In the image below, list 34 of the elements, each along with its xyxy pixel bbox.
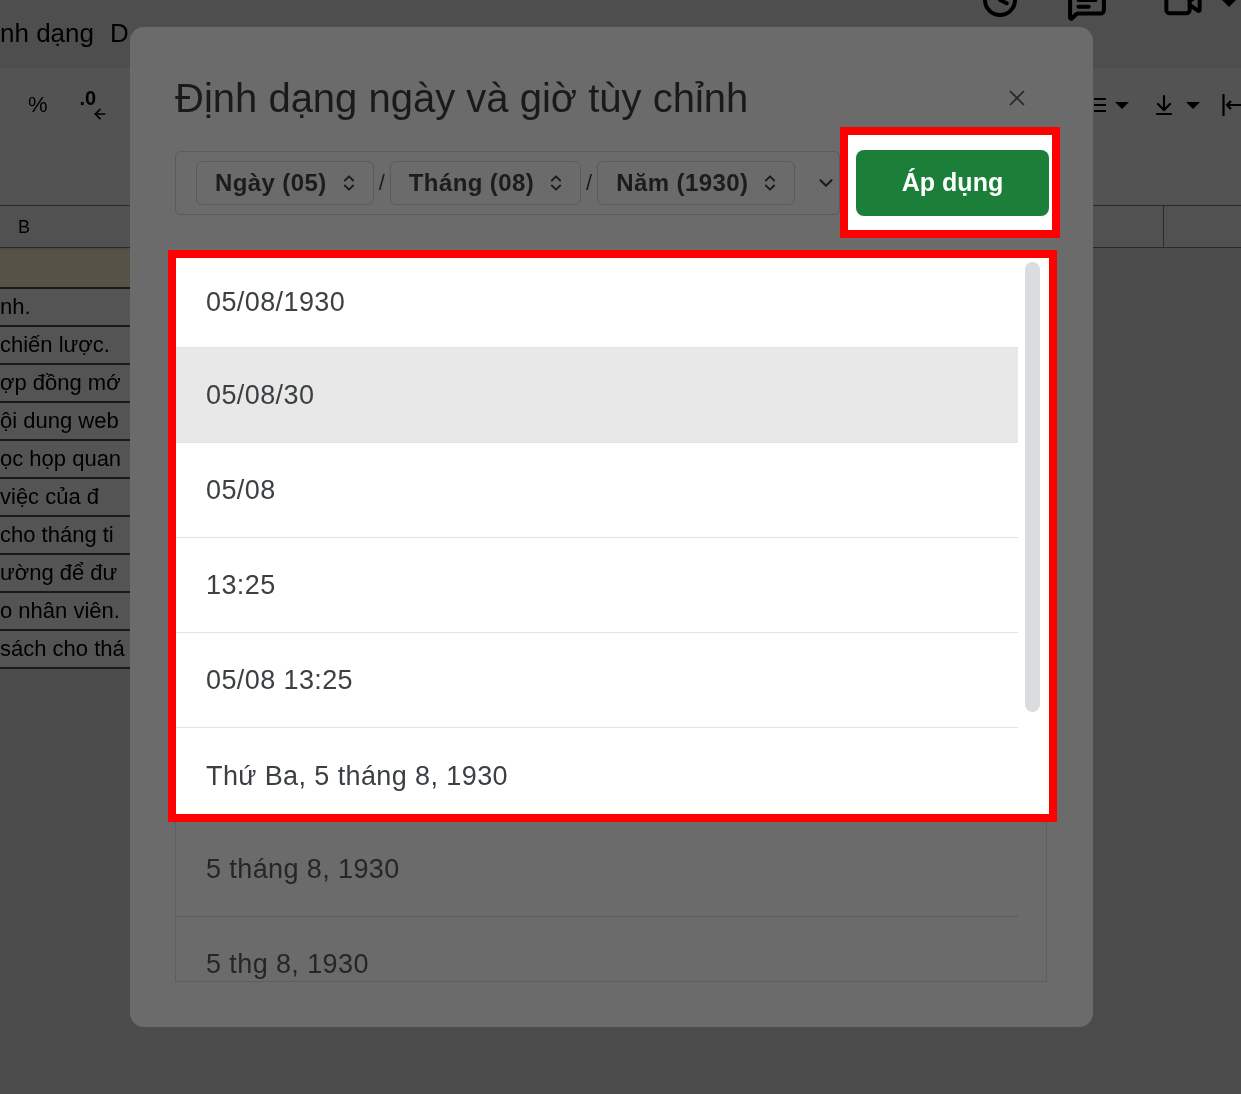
history-icon[interactable] [980, 0, 1020, 20]
table-cell: chiến lược. [0, 325, 130, 363]
table-cell: ội dung web [0, 401, 130, 439]
date-part-button[interactable]: Ngày (05) [196, 160, 374, 205]
apply-button[interactable]: Áp dụng [856, 149, 1049, 216]
dialog-title: Định dạng ngày và giờ tùy chỉnh [175, 75, 749, 122]
caret-icon[interactable] [1222, 0, 1236, 7]
format-option[interactable]: 05/08/30 [176, 348, 1018, 443]
date-format-field[interactable]: Ngày (05) / Tháng (08) / Năm (1930) [175, 150, 840, 215]
table-cell: o nhân viên. [0, 591, 130, 629]
caret-icon[interactable] [1115, 101, 1129, 109]
format-option[interactable]: 5 tháng 8, 1930 [176, 822, 1018, 917]
align-lines-icon[interactable] [1094, 97, 1106, 113]
date-part-button[interactable]: Năm (1930) [597, 160, 796, 205]
table-cell: cho tháng ti [0, 515, 130, 553]
table-cell: nh. [0, 287, 130, 325]
table-cell: ọc họp quan [0, 439, 130, 477]
slash-separator: / [378, 169, 385, 196]
table-cell: việc của đ [0, 477, 130, 515]
table-cell: ường để đư [0, 553, 130, 591]
table-cell: ợp đồng mớ [0, 363, 130, 401]
column-header[interactable]: B [0, 215, 30, 238]
scrollbar-thumb[interactable] [1025, 262, 1040, 712]
table-cell: sách cho thá [0, 629, 130, 667]
format-option[interactable]: 5 thg 8, 1930 [176, 917, 1018, 981]
menu-item[interactable]: nh dạng [0, 17, 94, 49]
caret-icon[interactable] [1186, 101, 1200, 109]
percent-button[interactable]: % [28, 93, 48, 117]
decrease-decimal-button[interactable]: .0 [79, 88, 108, 122]
date-part-button[interactable]: Tháng (08) [389, 160, 582, 205]
bar-arrow-icon[interactable] [1222, 94, 1241, 116]
slash-separator: / [586, 169, 593, 196]
menu-item[interactable]: D [110, 17, 129, 49]
comment-icon[interactable] [1066, 0, 1108, 22]
